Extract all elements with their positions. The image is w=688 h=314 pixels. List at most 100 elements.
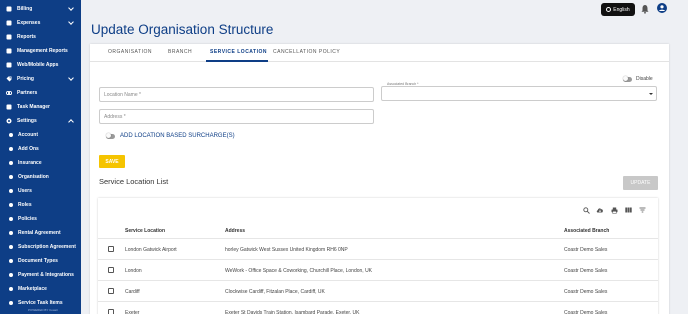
- sidebar-subitem-document-types[interactable]: Document Types: [0, 254, 81, 268]
- sidebar-subitem-label: Subscription Agreement: [18, 244, 76, 250]
- table-row[interactable]: Exeter Exeter St Davids Train Station, Is…: [98, 301, 658, 314]
- table-row[interactable]: Cardiff Clockwise Cardiff, Fitzalan Place…: [98, 280, 658, 301]
- table-row[interactable]: London WeWork - Office Space & Coworking,…: [98, 259, 658, 280]
- sidebar-subitem-marketplace[interactable]: Marketplace: [0, 282, 81, 296]
- chevron-down-icon: [68, 75, 74, 81]
- sidebar-item-label: Web/Mobile Apps: [17, 62, 59, 68]
- column-header-associated-branch[interactable]: Associated Branch: [564, 228, 609, 234]
- column-header-address[interactable]: Address: [225, 228, 245, 234]
- sidebar-subitem-label: Account: [18, 132, 38, 138]
- sidebar-subitem-label: Marketplace: [18, 286, 47, 292]
- sidebar-item-label: Settings: [17, 118, 37, 124]
- disable-toggle-group: Disable: [623, 76, 653, 82]
- associated-branch-label: Associated Branch *: [386, 82, 420, 86]
- cell-associated-branch: Coastr Demo Sales: [564, 268, 608, 274]
- cell-associated-branch: Coastr Demo Sales: [564, 289, 608, 295]
- sidebar-subitem-organisation[interactable]: Organisation: [0, 170, 81, 184]
- sidebar-item-pricing[interactable]: Pricing: [0, 72, 81, 86]
- service-location-table: Service Location Address Associated Bran…: [98, 198, 658, 314]
- chevron-down-icon: [68, 19, 74, 25]
- sidebar-subitem-label: Roles: [18, 202, 32, 208]
- sidebar-subitem-subscription-agreement[interactable]: Subscription Agreement: [0, 240, 81, 254]
- sidebar-item-label: Task Manager: [17, 104, 50, 110]
- location-name-placeholder: Location Name *: [104, 91, 141, 98]
- user-profile-icon[interactable]: [657, 3, 667, 13]
- surcharge-toggle[interactable]: [106, 133, 115, 139]
- task-manager-icon: [6, 104, 12, 110]
- column-header-service-location[interactable]: Service Location: [125, 228, 165, 234]
- associated-branch-select[interactable]: Associated Branch *: [381, 82, 657, 101]
- cell-address: WeWork - Office Space & Coworking, Churc…: [225, 268, 373, 274]
- search-icon[interactable]: [582, 206, 590, 214]
- print-icon[interactable]: [610, 206, 618, 214]
- view-columns-icon[interactable]: [624, 206, 632, 214]
- settings-gear-icon: [6, 118, 12, 124]
- sidebar: Billing Expenses Reports Management Reports…: [0, 0, 81, 314]
- sidebar-subitem-label: Rental Agreement: [18, 230, 61, 236]
- sidebar-item-reports[interactable]: Reports: [0, 30, 81, 44]
- sidebar-item-expenses[interactable]: Expenses: [0, 16, 81, 30]
- row-checkbox[interactable]: [108, 246, 114, 252]
- bullet-dot-icon: [9, 175, 13, 179]
- service-location-list-title: Service Location List: [99, 177, 169, 186]
- cell-associated-branch: Coastr Demo Sales: [564, 247, 608, 253]
- sidebar-subitem-label: Payment & Integrations: [18, 272, 74, 278]
- bullet-dot-icon: [9, 273, 13, 277]
- sidebar-subitem-label: Organisation: [18, 174, 49, 180]
- row-checkbox[interactable]: [108, 267, 114, 273]
- language-selector-button[interactable]: English: [601, 3, 635, 16]
- sidebar-subitem-payment-integrations[interactable]: Payment & Integrations: [0, 268, 81, 282]
- sidebar-item-label: Management Reports: [17, 48, 68, 54]
- sidebar-item-billing[interactable]: Billing: [0, 2, 81, 16]
- main-card: ORGANISATION BRANCH SERVICE LOCATION CAN…: [90, 44, 669, 314]
- row-checkbox[interactable]: [108, 288, 114, 294]
- tab-organisation[interactable]: ORGANISATION: [108, 49, 152, 55]
- filter-list-icon[interactable]: [638, 206, 646, 214]
- cell-address: horley Gatwick West Sussex United Kingdo…: [225, 247, 348, 253]
- address-field[interactable]: Address *: [99, 109, 374, 124]
- bullet-dot-icon: [9, 217, 13, 221]
- bullet-dot-icon: [9, 147, 13, 151]
- sidebar-subitem-policies[interactable]: Policies: [0, 212, 81, 226]
- tab-branch[interactable]: BRANCH: [168, 49, 192, 55]
- expenses-icon: [6, 20, 12, 26]
- cell-service-location: Exeter: [125, 310, 140, 314]
- cell-associated-branch: Coastr Demo Sales: [564, 310, 608, 314]
- disable-toggle[interactable]: [623, 76, 632, 82]
- sidebar-item-task-manager[interactable]: Task Manager: [0, 100, 81, 114]
- sidebar-item-label: Billing: [17, 6, 33, 12]
- row-checkbox[interactable]: [108, 309, 114, 314]
- bullet-dot-icon: [9, 245, 13, 249]
- save-button[interactable]: SAVE: [99, 155, 125, 168]
- location-name-field[interactable]: Location Name *: [99, 87, 374, 102]
- powered-by-label: POWERED BY Coastr: [28, 308, 58, 312]
- sidebar-subitem-roles[interactable]: Roles: [0, 198, 81, 212]
- bullet-dot-icon: [9, 301, 13, 305]
- update-button[interactable]: UPDATE: [623, 176, 658, 190]
- sidebar-subitem-add-ons[interactable]: Add Ons: [0, 142, 81, 156]
- tab-cancellation-policy[interactable]: CANCELLATION POLICY: [273, 49, 340, 55]
- cloud-download-icon[interactable]: [596, 206, 604, 214]
- tab-service-location[interactable]: SERVICE LOCATION: [210, 49, 267, 55]
- bullet-dot-icon: [9, 203, 13, 207]
- table-row[interactable]: London Gatwick Airport horley Gatwick Wes…: [98, 238, 658, 259]
- sidebar-item-web-mobile-apps[interactable]: Web/Mobile Apps: [0, 58, 81, 72]
- bullet-dot-icon: [9, 133, 13, 137]
- sidebar-item-settings[interactable]: Settings: [0, 114, 81, 128]
- management-reports-icon: [6, 48, 12, 54]
- sidebar-subitem-account[interactable]: Account: [0, 128, 81, 142]
- sidebar-subitem-rental-agreement[interactable]: Rental Agreement: [0, 226, 81, 240]
- notification-bell-icon[interactable]: [641, 4, 649, 14]
- surcharge-toggle-group: ADD LOCATION BASED SURCHARGE(S): [106, 133, 235, 139]
- sidebar-subitem-label: Users: [18, 188, 32, 194]
- apps-icon: [6, 62, 12, 68]
- cell-service-location: Cardiff: [125, 289, 140, 295]
- language-icon: [606, 7, 612, 12]
- tab-bar: ORGANISATION BRANCH SERVICE LOCATION CAN…: [90, 44, 669, 62]
- sidebar-item-partners[interactable]: Partners: [0, 86, 81, 100]
- sidebar-subitem-label: Policies: [18, 216, 37, 222]
- sidebar-subitem-insurance[interactable]: Insurance: [0, 156, 81, 170]
- sidebar-item-label: Partners: [17, 90, 38, 96]
- sidebar-item-management-reports[interactable]: Management Reports: [0, 44, 81, 58]
- sidebar-subitem-users[interactable]: Users: [0, 184, 81, 198]
